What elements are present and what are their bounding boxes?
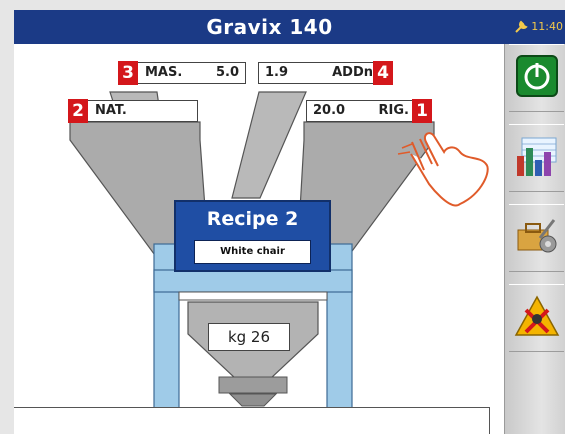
device-screen: Gravix 140 11:40 MAS. 5.0 3 1.9 ADDn 4 N… xyxy=(0,0,565,434)
badge-4: 4 xyxy=(373,61,393,85)
recipe-title: Recipe 2 xyxy=(206,208,299,230)
field-addn[interactable]: 1.9 ADDn xyxy=(258,62,380,84)
field-mas[interactable]: MAS. 5.0 xyxy=(128,62,246,84)
clock-time: 11:40 xyxy=(531,20,563,33)
status-area: 11:40 xyxy=(514,10,563,44)
app-title: Gravix 140 xyxy=(206,15,333,39)
power-icon xyxy=(515,54,559,102)
field-addn-label: ADDn xyxy=(332,65,373,80)
footer-bar xyxy=(14,407,490,434)
wrench-icon xyxy=(514,20,532,33)
warning-icon xyxy=(514,294,560,342)
sidebar xyxy=(504,44,565,434)
recipe-name: White chair xyxy=(194,240,311,264)
settings-button[interactable] xyxy=(509,204,564,272)
field-nat[interactable]: NAT. xyxy=(80,100,198,122)
field-mas-value: 5.0 xyxy=(215,65,239,80)
badge-1: 1 xyxy=(412,99,432,123)
field-nat-label: NAT. xyxy=(95,103,127,118)
title-bar: Gravix 140 11:40 xyxy=(14,10,565,44)
field-addn-value: 1.9 xyxy=(265,65,289,80)
recipe-panel[interactable]: Recipe 2 White chair xyxy=(174,200,331,272)
field-rig-label: RIG. xyxy=(378,103,409,118)
field-rig-value: 20.0 xyxy=(313,103,346,118)
power-button[interactable] xyxy=(509,44,564,112)
field-rig[interactable]: 20.0 RIG. xyxy=(306,100,416,122)
field-mas-label: MAS. xyxy=(145,65,183,80)
badge-2: 2 xyxy=(68,99,88,123)
statistics-button[interactable] xyxy=(509,124,564,192)
alarm-button[interactable] xyxy=(509,284,564,352)
badge-3: 3 xyxy=(118,61,138,85)
scale-readout: kg 26 xyxy=(208,323,290,351)
tools-settings-icon xyxy=(514,214,560,262)
bar-chart-icon xyxy=(514,134,560,182)
